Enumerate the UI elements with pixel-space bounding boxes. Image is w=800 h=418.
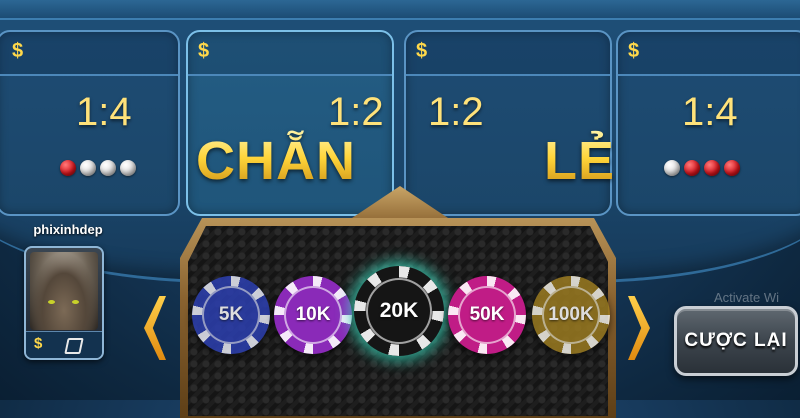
bet-currency: $ (12, 40, 24, 62)
bet-label-even: CHẴN (196, 131, 356, 191)
chip-label: 50K (458, 286, 516, 344)
chip-label: 20K (366, 278, 432, 344)
chip-label: 5K (202, 286, 260, 344)
red-ball-icon (724, 160, 740, 176)
chip-50k[interactable]: 50K (448, 276, 526, 354)
cat-eye-icon (48, 300, 55, 304)
bet-currency: $ (628, 40, 640, 62)
chip-5k[interactable]: 5K (192, 276, 270, 354)
table-top-rail (0, 0, 800, 20)
player-currency: $ (34, 335, 43, 352)
bet-box-amount-strip (406, 32, 610, 76)
bet-box-amount-strip (188, 32, 392, 76)
payout-ratio: 1:4 (682, 90, 738, 134)
bet-box-even[interactable]: $ 1:2 CHẴN (186, 30, 394, 216)
payout-ratio: 1:4 (76, 90, 132, 134)
chip-label: 10K (284, 286, 342, 344)
red-ball-icon (704, 160, 720, 176)
bet-label-odd: LẺ (544, 131, 616, 191)
chip-label: 100K (542, 286, 600, 344)
white-ball-icon (80, 160, 96, 176)
cat-eye-icon (72, 300, 79, 304)
chevron-right-icon[interactable] (628, 296, 650, 360)
avatar-photo (30, 252, 98, 330)
white-ball-icon (100, 160, 116, 176)
balance-chip-icon (64, 338, 84, 354)
payout-ratio: 1:2 (428, 90, 484, 134)
bet-box-odd[interactable]: $ 1:2 LẺ (404, 30, 616, 216)
chip-20k-selected[interactable]: 20K (354, 266, 444, 356)
bet-currency: $ (198, 40, 210, 62)
bet-currency: $ (416, 40, 428, 62)
chip-10k[interactable]: 10K (274, 276, 352, 354)
payout-ratio: 1:2 (328, 90, 384, 134)
bet-box-four-one-red[interactable]: $ 1:4 (0, 30, 180, 216)
white-ball-icon (664, 160, 680, 176)
red-ball-icon (684, 160, 700, 176)
chip-100k[interactable]: 100K (532, 276, 610, 354)
bet-box-amount-strip (618, 32, 800, 76)
player-name: phixinhdep (33, 222, 103, 237)
rebet-button[interactable]: CƯỢC LẠI (674, 306, 798, 376)
bet-box-amount-strip (0, 32, 178, 76)
player-balance-bar: $ (26, 331, 102, 358)
player-avatar[interactable]: $ (24, 246, 104, 360)
os-watermark: Activate Wi (714, 290, 780, 305)
bet-box-four-one-white[interactable]: $ 1:4 (616, 30, 800, 216)
red-ball-icon (60, 160, 76, 176)
ball-pattern (60, 160, 136, 176)
chevron-left-icon[interactable] (144, 296, 166, 360)
white-ball-icon (120, 160, 136, 176)
ball-pattern (664, 160, 740, 176)
